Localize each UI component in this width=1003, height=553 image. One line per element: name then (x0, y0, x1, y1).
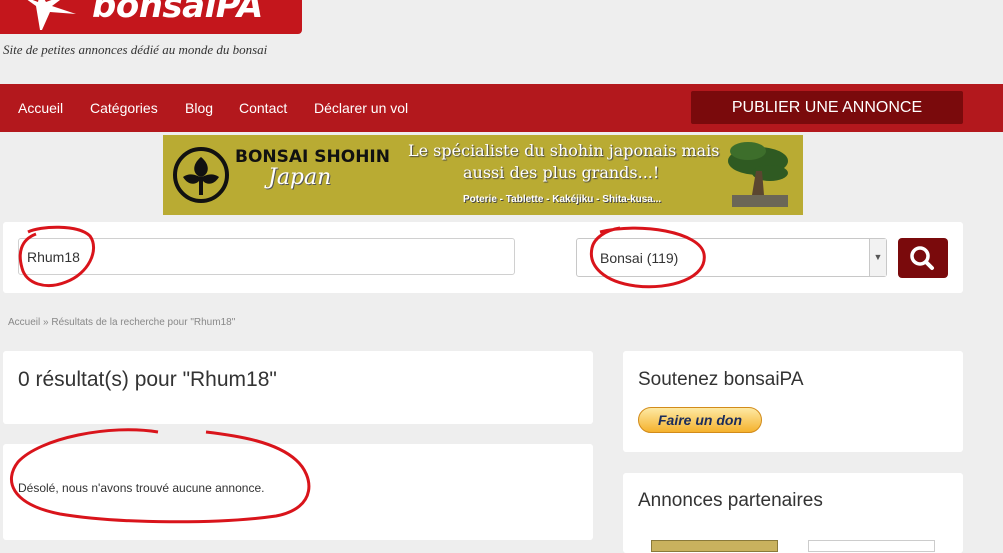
chevron-down-icon[interactable]: ▼ (869, 239, 886, 276)
search-button[interactable] (898, 238, 948, 278)
publish-ad-button[interactable]: PUBLIER UNE ANNONCE (691, 91, 963, 124)
banner-line-1: Le spécialiste du shohin japonais mais (408, 141, 720, 160)
nav-item-blog[interactable]: Blog (185, 100, 213, 116)
nav-item-categories[interactable]: Catégories (90, 100, 158, 116)
donate-button[interactable]: Faire un don (638, 407, 762, 433)
nav-item-accueil[interactable]: Accueil (18, 100, 63, 116)
breadcrumb: Accueil » Résultats de la recherche pour… (8, 317, 235, 328)
banner-products: Poterie - Tablette - Kakéjiku - Shita-ku… (463, 194, 662, 205)
category-select[interactable]: Bonsai (119) ▼ (576, 238, 887, 277)
banner-subbrand: Japan (268, 165, 332, 190)
logo-text: bonsaiPA (92, 0, 263, 26)
support-widget (623, 351, 963, 452)
site-tagline: Site de petites annonces dédié au monde … (3, 42, 268, 57)
site-logo[interactable]: bonsaiPA (0, 0, 302, 34)
main-navbar: Accueil Catégories Blog Contact Déclarer… (0, 84, 1003, 132)
banner-brand: BONSAI SHOHIN (235, 147, 390, 167)
breadcrumb-current: Résultats de la recherche pour "Rhum18" (51, 317, 236, 328)
breadcrumb-separator: » (40, 317, 52, 328)
nav-item-contact[interactable]: Contact (239, 100, 287, 116)
support-widget-title: Soutenez bonsaiPA (638, 369, 804, 390)
partners-widget-title: Annonces partenaires (638, 490, 823, 511)
partner-ad-thumb-2[interactable] (808, 540, 935, 552)
search-input[interactable]: Rhum18 (18, 238, 515, 275)
results-title: 0 résultat(s) pour "Rhum18" (18, 368, 277, 391)
bonsai-tree-icon (728, 142, 788, 207)
category-select-value: Bonsai (119) (600, 250, 679, 266)
breadcrumb-home[interactable]: Accueil (8, 317, 40, 328)
maple-leaf-icon (27, 0, 76, 30)
nav-item-declarer-vol[interactable]: Déclarer un vol (314, 100, 408, 116)
ad-banner[interactable]: BONSAI SHOHIN Japan Le spécialiste du sh… (163, 135, 803, 215)
banner-logo-icon (173, 147, 229, 203)
search-icon (910, 246, 934, 270)
banner-line-2: aussi des plus grands...! (463, 163, 660, 182)
partner-ad-thumb-1[interactable] (651, 540, 778, 552)
no-results-message: Désolé, nous n'avons trouvé aucune annon… (18, 481, 265, 495)
